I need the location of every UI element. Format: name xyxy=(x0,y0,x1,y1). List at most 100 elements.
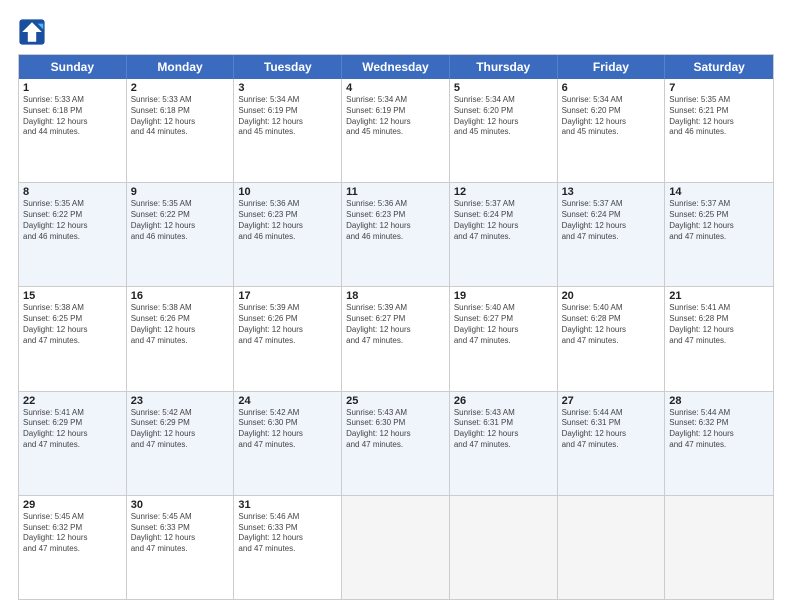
day-info: Sunrise: 5:45 AM Sunset: 6:33 PM Dayligh… xyxy=(131,512,230,555)
day-cell-11: 11Sunrise: 5:36 AM Sunset: 6:23 PM Dayli… xyxy=(342,183,450,286)
calendar-body: 1Sunrise: 5:33 AM Sunset: 6:18 PM Daylig… xyxy=(19,79,773,599)
header xyxy=(18,18,774,46)
calendar-row-4: 29Sunrise: 5:45 AM Sunset: 6:32 PM Dayli… xyxy=(19,495,773,599)
day-info: Sunrise: 5:37 AM Sunset: 6:25 PM Dayligh… xyxy=(669,199,769,242)
day-number: 10 xyxy=(238,186,337,198)
day-cell-10: 10Sunrise: 5:36 AM Sunset: 6:23 PM Dayli… xyxy=(234,183,342,286)
empty-cell-4-3 xyxy=(342,496,450,599)
day-cell-14: 14Sunrise: 5:37 AM Sunset: 6:25 PM Dayli… xyxy=(665,183,773,286)
day-number: 25 xyxy=(346,395,445,407)
day-cell-13: 13Sunrise: 5:37 AM Sunset: 6:24 PM Dayli… xyxy=(558,183,666,286)
day-info: Sunrise: 5:35 AM Sunset: 6:22 PM Dayligh… xyxy=(23,199,122,242)
day-info: Sunrise: 5:46 AM Sunset: 6:33 PM Dayligh… xyxy=(238,512,337,555)
day-number: 17 xyxy=(238,290,337,302)
day-number: 6 xyxy=(562,82,661,94)
logo xyxy=(18,18,52,46)
day-number: 4 xyxy=(346,82,445,94)
day-number: 2 xyxy=(131,82,230,94)
day-info: Sunrise: 5:36 AM Sunset: 6:23 PM Dayligh… xyxy=(238,199,337,242)
day-number: 31 xyxy=(238,499,337,511)
calendar-row-2: 15Sunrise: 5:38 AM Sunset: 6:25 PM Dayli… xyxy=(19,286,773,390)
calendar-row-0: 1Sunrise: 5:33 AM Sunset: 6:18 PM Daylig… xyxy=(19,79,773,182)
day-cell-17: 17Sunrise: 5:39 AM Sunset: 6:26 PM Dayli… xyxy=(234,287,342,390)
day-cell-24: 24Sunrise: 5:42 AM Sunset: 6:30 PM Dayli… xyxy=(234,392,342,495)
day-number: 30 xyxy=(131,499,230,511)
day-number: 1 xyxy=(23,82,122,94)
day-info: Sunrise: 5:42 AM Sunset: 6:29 PM Dayligh… xyxy=(131,408,230,451)
day-info: Sunrise: 5:44 AM Sunset: 6:31 PM Dayligh… xyxy=(562,408,661,451)
day-info: Sunrise: 5:34 AM Sunset: 6:20 PM Dayligh… xyxy=(562,95,661,138)
day-number: 15 xyxy=(23,290,122,302)
day-number: 23 xyxy=(131,395,230,407)
calendar-row-3: 22Sunrise: 5:41 AM Sunset: 6:29 PM Dayli… xyxy=(19,391,773,495)
day-info: Sunrise: 5:33 AM Sunset: 6:18 PM Dayligh… xyxy=(23,95,122,138)
day-cell-2: 2Sunrise: 5:33 AM Sunset: 6:18 PM Daylig… xyxy=(127,79,235,182)
weekday-header-tuesday: Tuesday xyxy=(234,55,342,79)
day-info: Sunrise: 5:33 AM Sunset: 6:18 PM Dayligh… xyxy=(131,95,230,138)
logo-icon xyxy=(18,18,46,46)
day-number: 14 xyxy=(669,186,769,198)
day-number: 24 xyxy=(238,395,337,407)
day-cell-6: 6Sunrise: 5:34 AM Sunset: 6:20 PM Daylig… xyxy=(558,79,666,182)
empty-cell-4-6 xyxy=(665,496,773,599)
day-number: 13 xyxy=(562,186,661,198)
day-info: Sunrise: 5:37 AM Sunset: 6:24 PM Dayligh… xyxy=(454,199,553,242)
day-cell-26: 26Sunrise: 5:43 AM Sunset: 6:31 PM Dayli… xyxy=(450,392,558,495)
day-info: Sunrise: 5:36 AM Sunset: 6:23 PM Dayligh… xyxy=(346,199,445,242)
day-info: Sunrise: 5:34 AM Sunset: 6:19 PM Dayligh… xyxy=(346,95,445,138)
day-info: Sunrise: 5:39 AM Sunset: 6:26 PM Dayligh… xyxy=(238,303,337,346)
day-cell-3: 3Sunrise: 5:34 AM Sunset: 6:19 PM Daylig… xyxy=(234,79,342,182)
weekday-header-saturday: Saturday xyxy=(665,55,773,79)
day-cell-29: 29Sunrise: 5:45 AM Sunset: 6:32 PM Dayli… xyxy=(19,496,127,599)
day-info: Sunrise: 5:34 AM Sunset: 6:19 PM Dayligh… xyxy=(238,95,337,138)
day-number: 19 xyxy=(454,290,553,302)
day-info: Sunrise: 5:43 AM Sunset: 6:31 PM Dayligh… xyxy=(454,408,553,451)
page: SundayMondayTuesdayWednesdayThursdayFrid… xyxy=(0,0,792,612)
day-cell-8: 8Sunrise: 5:35 AM Sunset: 6:22 PM Daylig… xyxy=(19,183,127,286)
day-cell-25: 25Sunrise: 5:43 AM Sunset: 6:30 PM Dayli… xyxy=(342,392,450,495)
day-cell-15: 15Sunrise: 5:38 AM Sunset: 6:25 PM Dayli… xyxy=(19,287,127,390)
day-cell-4: 4Sunrise: 5:34 AM Sunset: 6:19 PM Daylig… xyxy=(342,79,450,182)
day-number: 27 xyxy=(562,395,661,407)
day-number: 22 xyxy=(23,395,122,407)
day-number: 11 xyxy=(346,186,445,198)
day-number: 28 xyxy=(669,395,769,407)
day-info: Sunrise: 5:40 AM Sunset: 6:27 PM Dayligh… xyxy=(454,303,553,346)
weekday-header-wednesday: Wednesday xyxy=(342,55,450,79)
day-number: 20 xyxy=(562,290,661,302)
calendar: SundayMondayTuesdayWednesdayThursdayFrid… xyxy=(18,54,774,600)
day-cell-20: 20Sunrise: 5:40 AM Sunset: 6:28 PM Dayli… xyxy=(558,287,666,390)
day-cell-21: 21Sunrise: 5:41 AM Sunset: 6:28 PM Dayli… xyxy=(665,287,773,390)
day-info: Sunrise: 5:40 AM Sunset: 6:28 PM Dayligh… xyxy=(562,303,661,346)
day-info: Sunrise: 5:39 AM Sunset: 6:27 PM Dayligh… xyxy=(346,303,445,346)
day-cell-19: 19Sunrise: 5:40 AM Sunset: 6:27 PM Dayli… xyxy=(450,287,558,390)
weekday-header-thursday: Thursday xyxy=(450,55,558,79)
day-cell-23: 23Sunrise: 5:42 AM Sunset: 6:29 PM Dayli… xyxy=(127,392,235,495)
day-number: 29 xyxy=(23,499,122,511)
day-info: Sunrise: 5:45 AM Sunset: 6:32 PM Dayligh… xyxy=(23,512,122,555)
day-info: Sunrise: 5:34 AM Sunset: 6:20 PM Dayligh… xyxy=(454,95,553,138)
weekday-header-monday: Monday xyxy=(127,55,235,79)
calendar-row-1: 8Sunrise: 5:35 AM Sunset: 6:22 PM Daylig… xyxy=(19,182,773,286)
day-cell-5: 5Sunrise: 5:34 AM Sunset: 6:20 PM Daylig… xyxy=(450,79,558,182)
day-number: 5 xyxy=(454,82,553,94)
weekday-header-friday: Friday xyxy=(558,55,666,79)
day-info: Sunrise: 5:38 AM Sunset: 6:25 PM Dayligh… xyxy=(23,303,122,346)
day-cell-16: 16Sunrise: 5:38 AM Sunset: 6:26 PM Dayli… xyxy=(127,287,235,390)
day-cell-27: 27Sunrise: 5:44 AM Sunset: 6:31 PM Dayli… xyxy=(558,392,666,495)
day-number: 3 xyxy=(238,82,337,94)
day-cell-18: 18Sunrise: 5:39 AM Sunset: 6:27 PM Dayli… xyxy=(342,287,450,390)
day-number: 7 xyxy=(669,82,769,94)
day-number: 8 xyxy=(23,186,122,198)
day-cell-22: 22Sunrise: 5:41 AM Sunset: 6:29 PM Dayli… xyxy=(19,392,127,495)
day-info: Sunrise: 5:38 AM Sunset: 6:26 PM Dayligh… xyxy=(131,303,230,346)
day-cell-9: 9Sunrise: 5:35 AM Sunset: 6:22 PM Daylig… xyxy=(127,183,235,286)
day-number: 16 xyxy=(131,290,230,302)
day-info: Sunrise: 5:44 AM Sunset: 6:32 PM Dayligh… xyxy=(669,408,769,451)
day-info: Sunrise: 5:35 AM Sunset: 6:22 PM Dayligh… xyxy=(131,199,230,242)
day-number: 9 xyxy=(131,186,230,198)
weekday-header-sunday: Sunday xyxy=(19,55,127,79)
empty-cell-4-4 xyxy=(450,496,558,599)
day-cell-1: 1Sunrise: 5:33 AM Sunset: 6:18 PM Daylig… xyxy=(19,79,127,182)
day-info: Sunrise: 5:41 AM Sunset: 6:29 PM Dayligh… xyxy=(23,408,122,451)
